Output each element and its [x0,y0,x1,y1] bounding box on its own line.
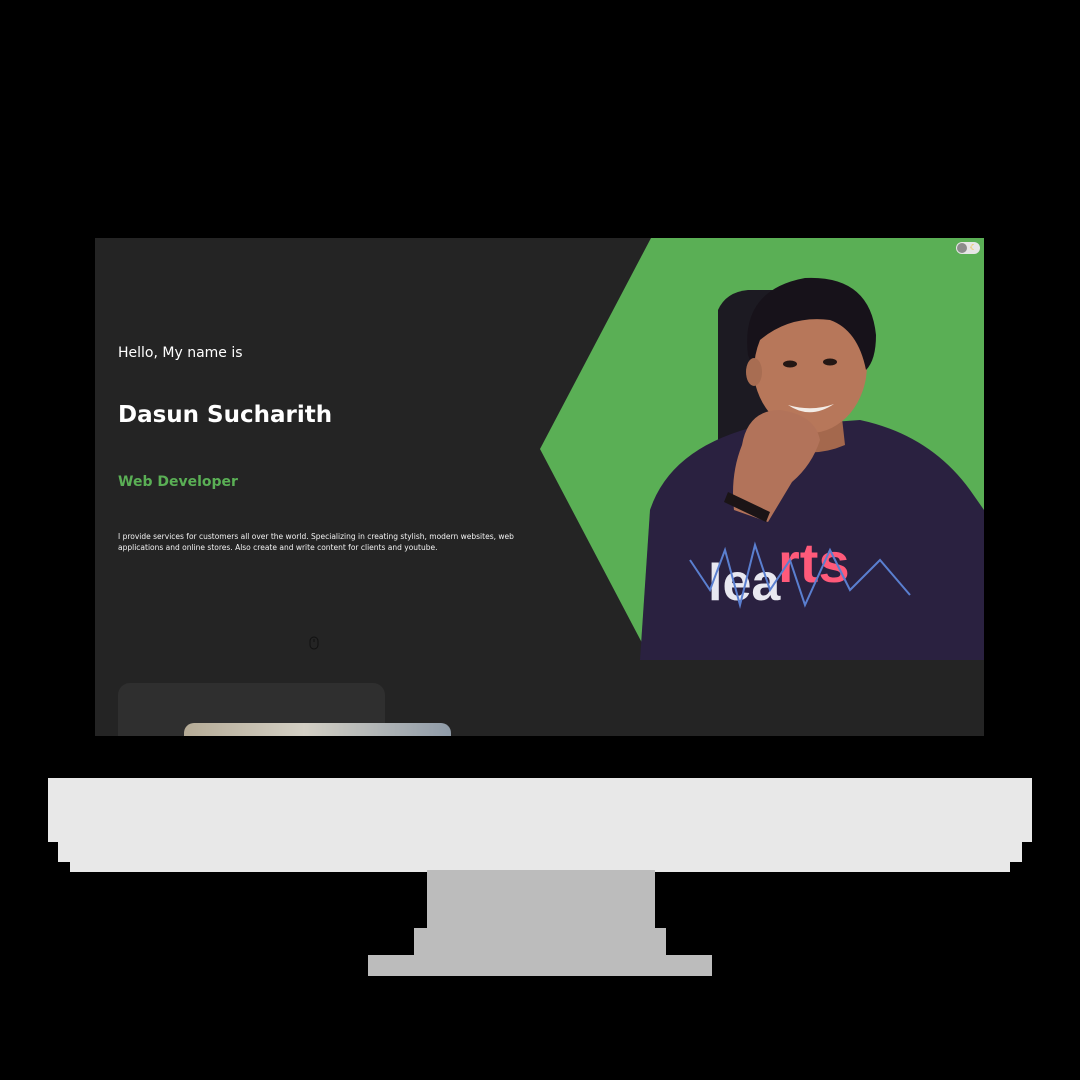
monitor-mockup: rts lea ☾ Hello, My name is Dasun Suchar… [0,0,1080,1080]
mouse-icon[interactable] [309,636,319,650]
monitor-stand-neck [427,870,655,930]
website-screen: rts lea ☾ Hello, My name is Dasun Suchar… [95,238,984,736]
moon-icon: ☾ [969,243,977,252]
theme-toggle-switch[interactable]: ☾ [956,242,980,254]
hero-bio: I provide services for customers all ove… [118,532,514,552]
profile-photo: rts lea [640,277,984,660]
greeting-text: Hello, My name is [118,345,243,361]
hero-role: Web Developer [118,474,238,490]
hero-name: Dasun Sucharith [118,402,333,428]
toggle-knob [957,243,967,253]
monitor-stand-base [368,955,712,976]
project-card-image [184,723,451,736]
monitor-stand-mid [414,928,666,956]
monitor-bezel [48,778,1032,842]
